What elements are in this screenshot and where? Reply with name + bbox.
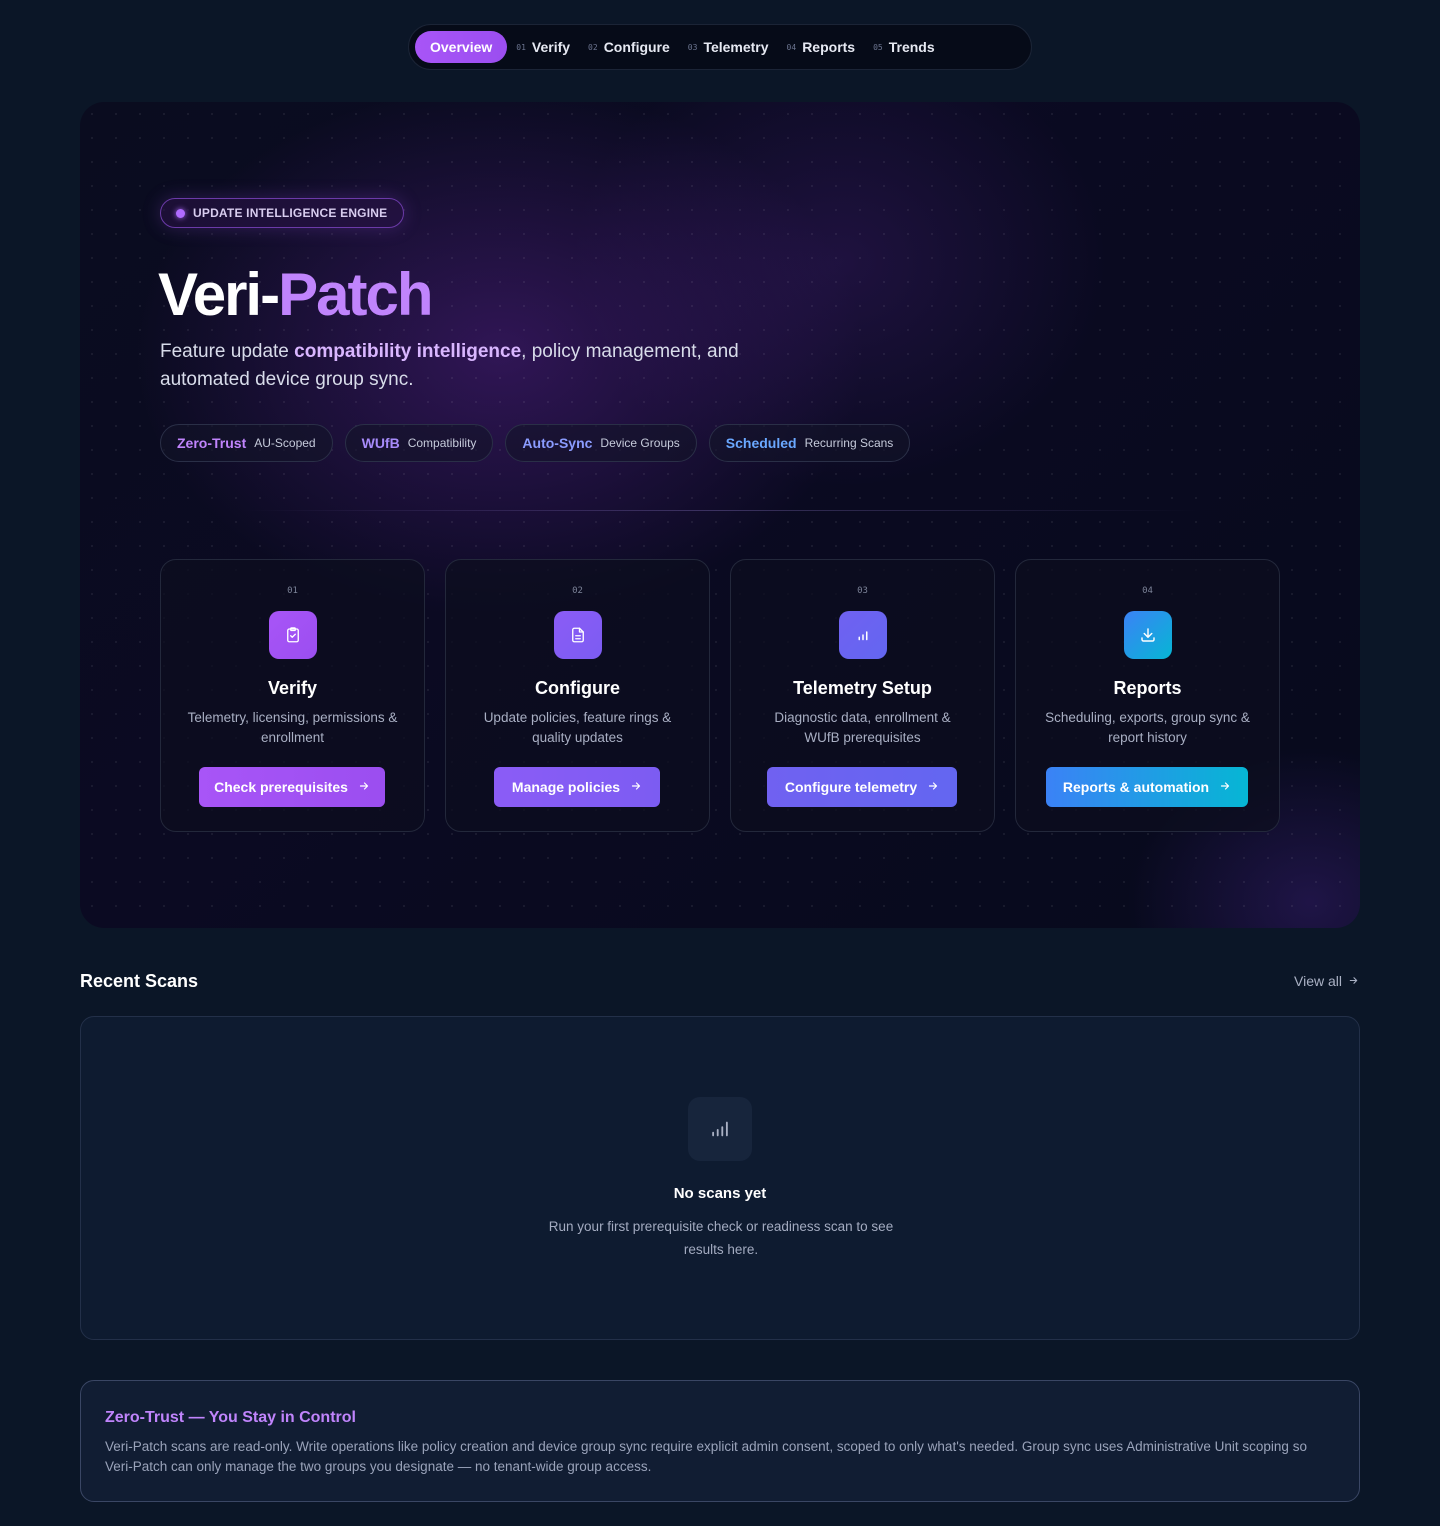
card-description: Update policies, feature rings & quality… [483,710,672,745]
notice-title: Zero-Trust — You Stay in Control [105,1409,356,1426]
arrow-right-icon [630,779,642,795]
tab-label: Verify [531,39,571,55]
card-telemetry-setup: 03 Telemetry Setup Diagnostic data, enro… [730,559,995,832]
view-all-link[interactable]: View all [1294,973,1359,989]
tab-label: Telemetry [703,39,769,55]
tab-label: Reports [802,39,856,55]
card-title: Reports [1113,678,1182,698]
title-main: Veri- [158,261,280,328]
top-nav: Overview 01 Verify 02 Configure 03 Telem… [408,24,1032,70]
card-configure: 02 Configure Update policies, feature ri… [445,559,710,832]
card-title: Configure [535,678,620,698]
title-accent: Patch [278,261,433,328]
subtitle-pre: Feature update [160,341,295,362]
card-verify: 01 Verify Telemetry, licensing, permissi… [160,559,425,832]
card-description: Telemetry, licensing, permissions & enro… [187,710,398,745]
chip-scheduled: Scheduled Recurring Scans [708,424,911,462]
zero-trust-notice: Zero-Trust — You Stay in Control Veri-Pa… [80,1380,1360,1502]
chip-value: Recurring Scans [804,436,894,450]
chip-value: Compatibility [407,436,477,450]
recent-scans-panel: No scans yet Run your first prerequisite… [80,1016,1360,1340]
chip-key: Scheduled [725,435,797,451]
card-number: 01 [287,586,298,596]
arrow-right-icon [1348,973,1359,989]
tab-number: 03 [687,42,698,52]
check-prerequisites-button[interactable]: Check prerequisites [199,767,385,807]
chip-wufb: WUfB Compatibility [344,424,494,462]
card-number: 02 [572,586,583,596]
download-icon [1124,611,1172,659]
chip-auto-sync: Auto-Sync Device Groups [505,424,697,462]
tab-number: 01 [516,42,526,52]
tab-overview[interactable]: Overview [415,31,508,63]
manage-policies-button[interactable]: Manage policies [494,767,660,807]
empty-state-title: No scans yet [673,1185,767,1202]
tab-telemetry[interactable]: 03 Telemetry [679,31,778,63]
card-description: Scheduling, exports, group sync & report… [1045,710,1250,745]
tab-number: 04 [786,42,797,52]
tab-verify[interactable]: 01 Verify [507,31,579,63]
engine-badge: UPDATE INTELLIGENCE ENGINE [160,198,405,228]
bar-chart-icon [839,611,887,659]
hero-divider [240,510,1200,511]
chip-zero-trust: Zero-Trust AU-Scoped [160,424,333,462]
chip-value: Device Groups [600,436,680,450]
chip-key: Zero-Trust [177,435,247,451]
arrow-right-icon [927,779,939,795]
tab-reports[interactable]: 04 Reports [778,31,865,63]
subtitle-highlight: compatibility intelligence [294,341,522,362]
card-number: 04 [1142,586,1153,596]
button-label: Configure telemetry [784,779,918,795]
workflow-cards: 01 Verify Telemetry, licensing, permissi… [160,559,1280,832]
recent-scans-title: Recent Scans [80,971,199,991]
card-number: 03 [857,586,868,596]
card-description: Diagnostic data, enrollment & WUfB prere… [774,710,951,745]
document-icon [554,611,602,659]
clipboard-check-icon [269,611,317,659]
empty-state-description: Run your first prerequisite check or rea… [548,1219,894,1257]
bar-chart-icon [688,1097,752,1161]
arrow-right-icon [358,779,370,795]
card-title: Verify [267,678,318,698]
chip-key: WUfB [361,435,400,451]
badge-label: UPDATE INTELLIGENCE ENGINE [193,206,388,220]
view-all-label: View all [1294,973,1342,989]
tab-trends[interactable]: 05 Trends [864,31,944,63]
card-reports: 04 Reports Scheduling, exports, group sy… [1015,559,1280,832]
arrow-right-icon [1219,779,1231,795]
button-label: Reports & automation [1062,779,1210,795]
chip-key: Auto-Sync [522,435,593,451]
tab-number: 05 [873,42,883,52]
notice-body: Veri-Patch scans are read-only. Write op… [105,1439,1307,1474]
reports-automation-button[interactable]: Reports & automation [1046,767,1248,807]
button-label: Manage policies [511,779,621,795]
tab-label: Trends [888,39,935,55]
feature-chips: Zero-Trust AU-Scoped WUfB Compatibility … [160,424,911,462]
tab-number: 02 [588,42,598,52]
hero-panel: UPDATE INTELLIGENCE ENGINE Veri-Patch Fe… [80,102,1360,928]
hero-subtitle: Feature update compatibility intelligenc… [160,338,760,394]
tab-label: Configure [603,39,670,55]
configure-telemetry-button[interactable]: Configure telemetry [767,767,957,807]
tab-label: Overview [430,39,493,55]
button-label: Check prerequisites [214,779,348,795]
page-title: Veri-Patch [158,260,433,329]
status-dot-icon [176,208,185,218]
card-title: Telemetry Setup [793,678,932,698]
tab-configure[interactable]: 02 Configure [579,31,679,63]
chip-value: AU-Scoped [254,436,316,450]
